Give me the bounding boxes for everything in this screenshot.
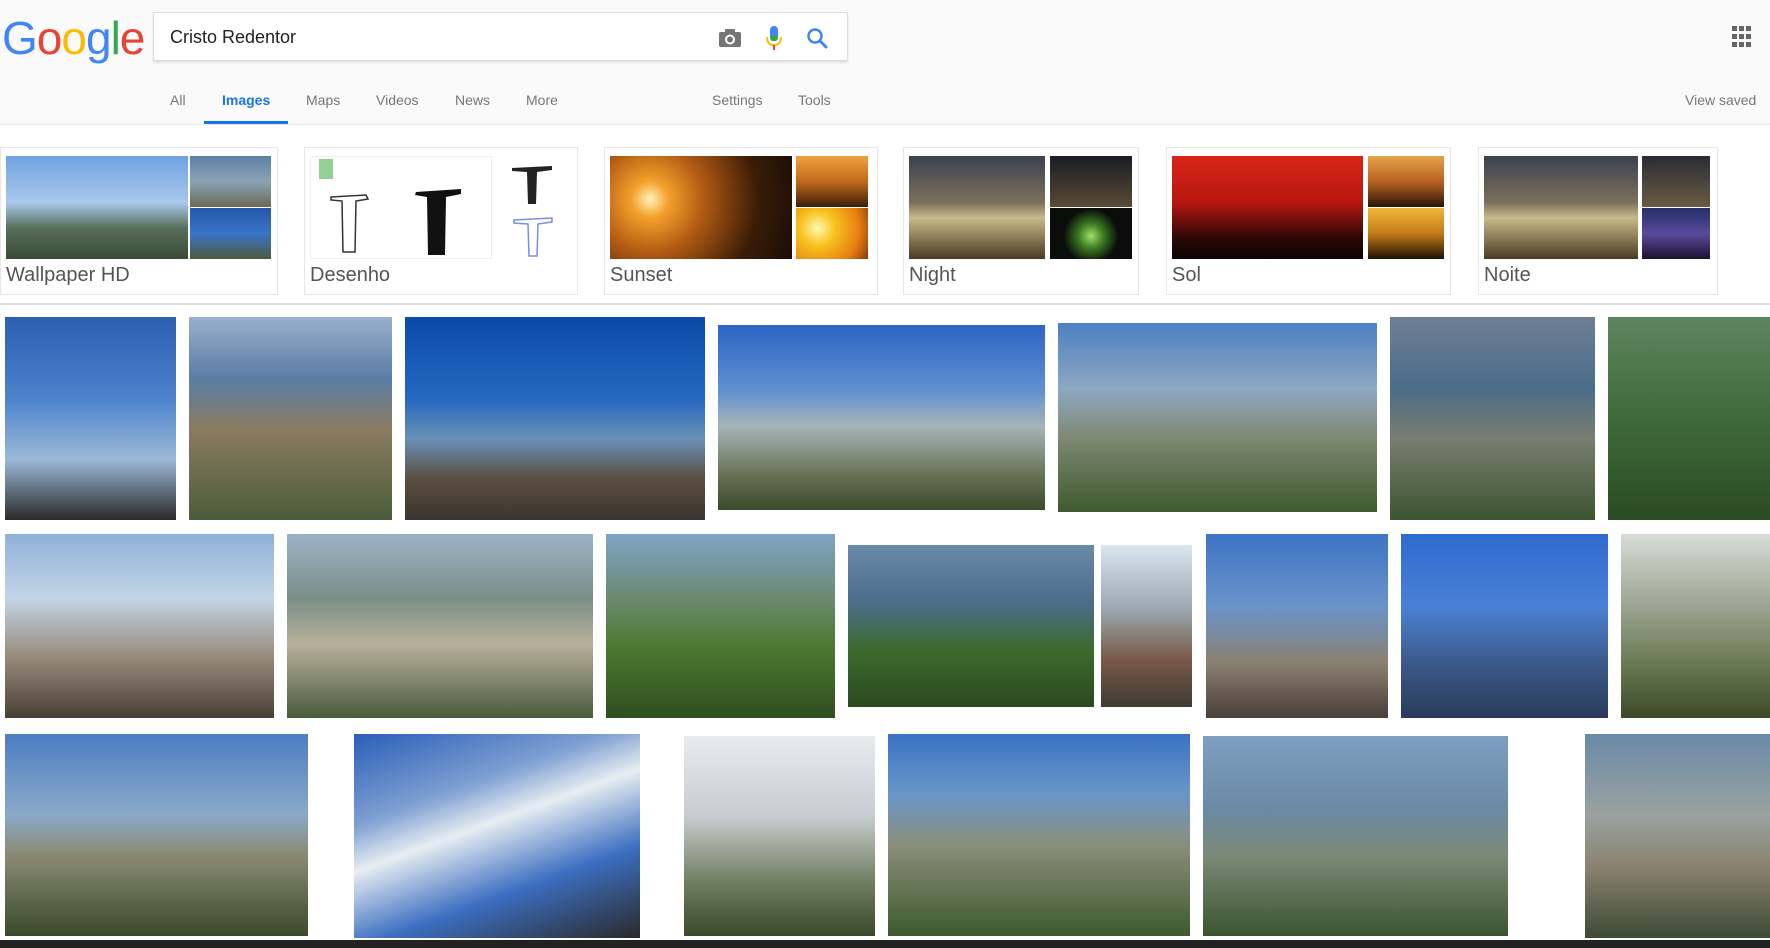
apps-grid-icon[interactable] xyxy=(1732,26,1754,48)
image-result[interactable] xyxy=(848,545,1094,707)
image-result[interactable] xyxy=(189,317,392,520)
horizontal-scrollbar[interactable] xyxy=(0,940,1770,948)
image-result[interactable] xyxy=(354,734,640,938)
tab-news[interactable]: News xyxy=(455,92,490,124)
suggestion-chip-sol[interactable]: Sol xyxy=(1166,147,1451,295)
logo-letter: e xyxy=(119,12,146,64)
suggestion-image xyxy=(1484,156,1638,259)
suggestion-chip-sunset[interactable]: Sunset xyxy=(604,147,878,295)
suggestion-chip-noite[interactable]: Noite xyxy=(1478,147,1718,295)
suggestion-image xyxy=(6,156,188,259)
suggestion-image xyxy=(909,156,1045,259)
image-result[interactable] xyxy=(1058,323,1377,512)
suggestion-image xyxy=(1642,156,1710,207)
suggestion-image xyxy=(492,156,574,207)
image-result[interactable] xyxy=(5,734,308,936)
image-result[interactable] xyxy=(1101,545,1192,707)
tab-all[interactable]: All xyxy=(170,92,186,124)
camera-icon[interactable] xyxy=(717,25,743,51)
image-result[interactable] xyxy=(287,534,593,718)
suggestion-image xyxy=(190,208,271,259)
suggestion-image xyxy=(1050,208,1132,259)
tab-maps[interactable]: Maps xyxy=(306,92,340,124)
suggestion-image xyxy=(1050,156,1132,207)
tab-videos[interactable]: Videos xyxy=(376,92,419,124)
suggestion-label: Desenho xyxy=(310,264,391,286)
suggestion-image xyxy=(796,208,868,259)
suggestion-image xyxy=(1642,208,1710,259)
suggestion-image xyxy=(796,156,868,207)
image-result[interactable] xyxy=(718,325,1045,510)
image-result[interactable] xyxy=(1203,736,1508,936)
suggestion-image xyxy=(492,208,574,259)
suggestion-image xyxy=(1368,156,1444,207)
image-result[interactable] xyxy=(1585,734,1770,938)
google-logo[interactable]: Google xyxy=(2,12,146,64)
image-result[interactable] xyxy=(5,534,274,718)
logo-letter: g xyxy=(85,12,112,64)
suggestion-image xyxy=(190,156,271,207)
suggestion-chip-wallpaper-hd[interactable]: Wallpaper HD xyxy=(0,147,278,295)
suggestion-label: Sunset xyxy=(610,264,673,286)
suggestion-label: Noite xyxy=(1484,264,1531,286)
image-result[interactable] xyxy=(1621,534,1770,718)
image-result[interactable] xyxy=(1401,534,1608,718)
suggestion-chip-night[interactable]: Night xyxy=(903,147,1139,295)
image-result[interactable] xyxy=(5,317,176,520)
image-result[interactable] xyxy=(405,317,705,520)
search-tabs: All Images Maps Videos News More Setting… xyxy=(0,86,1770,125)
tab-tools[interactable]: Tools xyxy=(798,92,831,124)
logo-letter: l xyxy=(110,12,121,64)
search-input[interactable] xyxy=(170,26,690,48)
related-searches: Wallpaper HD Desenho Sunset Night Sol No… xyxy=(0,147,1770,295)
image-result[interactable] xyxy=(888,734,1190,936)
image-result[interactable] xyxy=(1608,317,1770,520)
search-box xyxy=(153,12,848,61)
logo-letter: o xyxy=(36,12,63,64)
search-icon[interactable] xyxy=(804,25,830,51)
divider xyxy=(0,303,1770,305)
suggestion-image xyxy=(610,156,792,259)
tab-settings[interactable]: Settings xyxy=(712,92,763,124)
image-result[interactable] xyxy=(606,534,835,718)
microphone-icon[interactable] xyxy=(761,25,787,51)
suggestion-label: Sol xyxy=(1172,264,1201,286)
logo-letter: G xyxy=(2,12,38,64)
header: Google All Images Maps Videos News More … xyxy=(0,0,1770,125)
suggestion-image xyxy=(310,156,492,259)
suggestion-image xyxy=(1368,208,1444,259)
suggestion-chip-desenho[interactable]: Desenho xyxy=(304,147,578,295)
view-saved-link[interactable]: View saved xyxy=(1685,92,1756,108)
suggestion-image xyxy=(1172,156,1363,259)
logo-letter: o xyxy=(61,12,87,64)
image-result[interactable] xyxy=(1390,317,1595,520)
suggestion-label: Wallpaper HD xyxy=(6,264,130,286)
tab-images[interactable]: Images xyxy=(204,92,289,124)
suggestion-label: Night xyxy=(909,264,956,286)
tab-more[interactable]: More xyxy=(526,92,558,124)
image-result[interactable] xyxy=(684,736,875,936)
image-result[interactable] xyxy=(1206,534,1388,718)
